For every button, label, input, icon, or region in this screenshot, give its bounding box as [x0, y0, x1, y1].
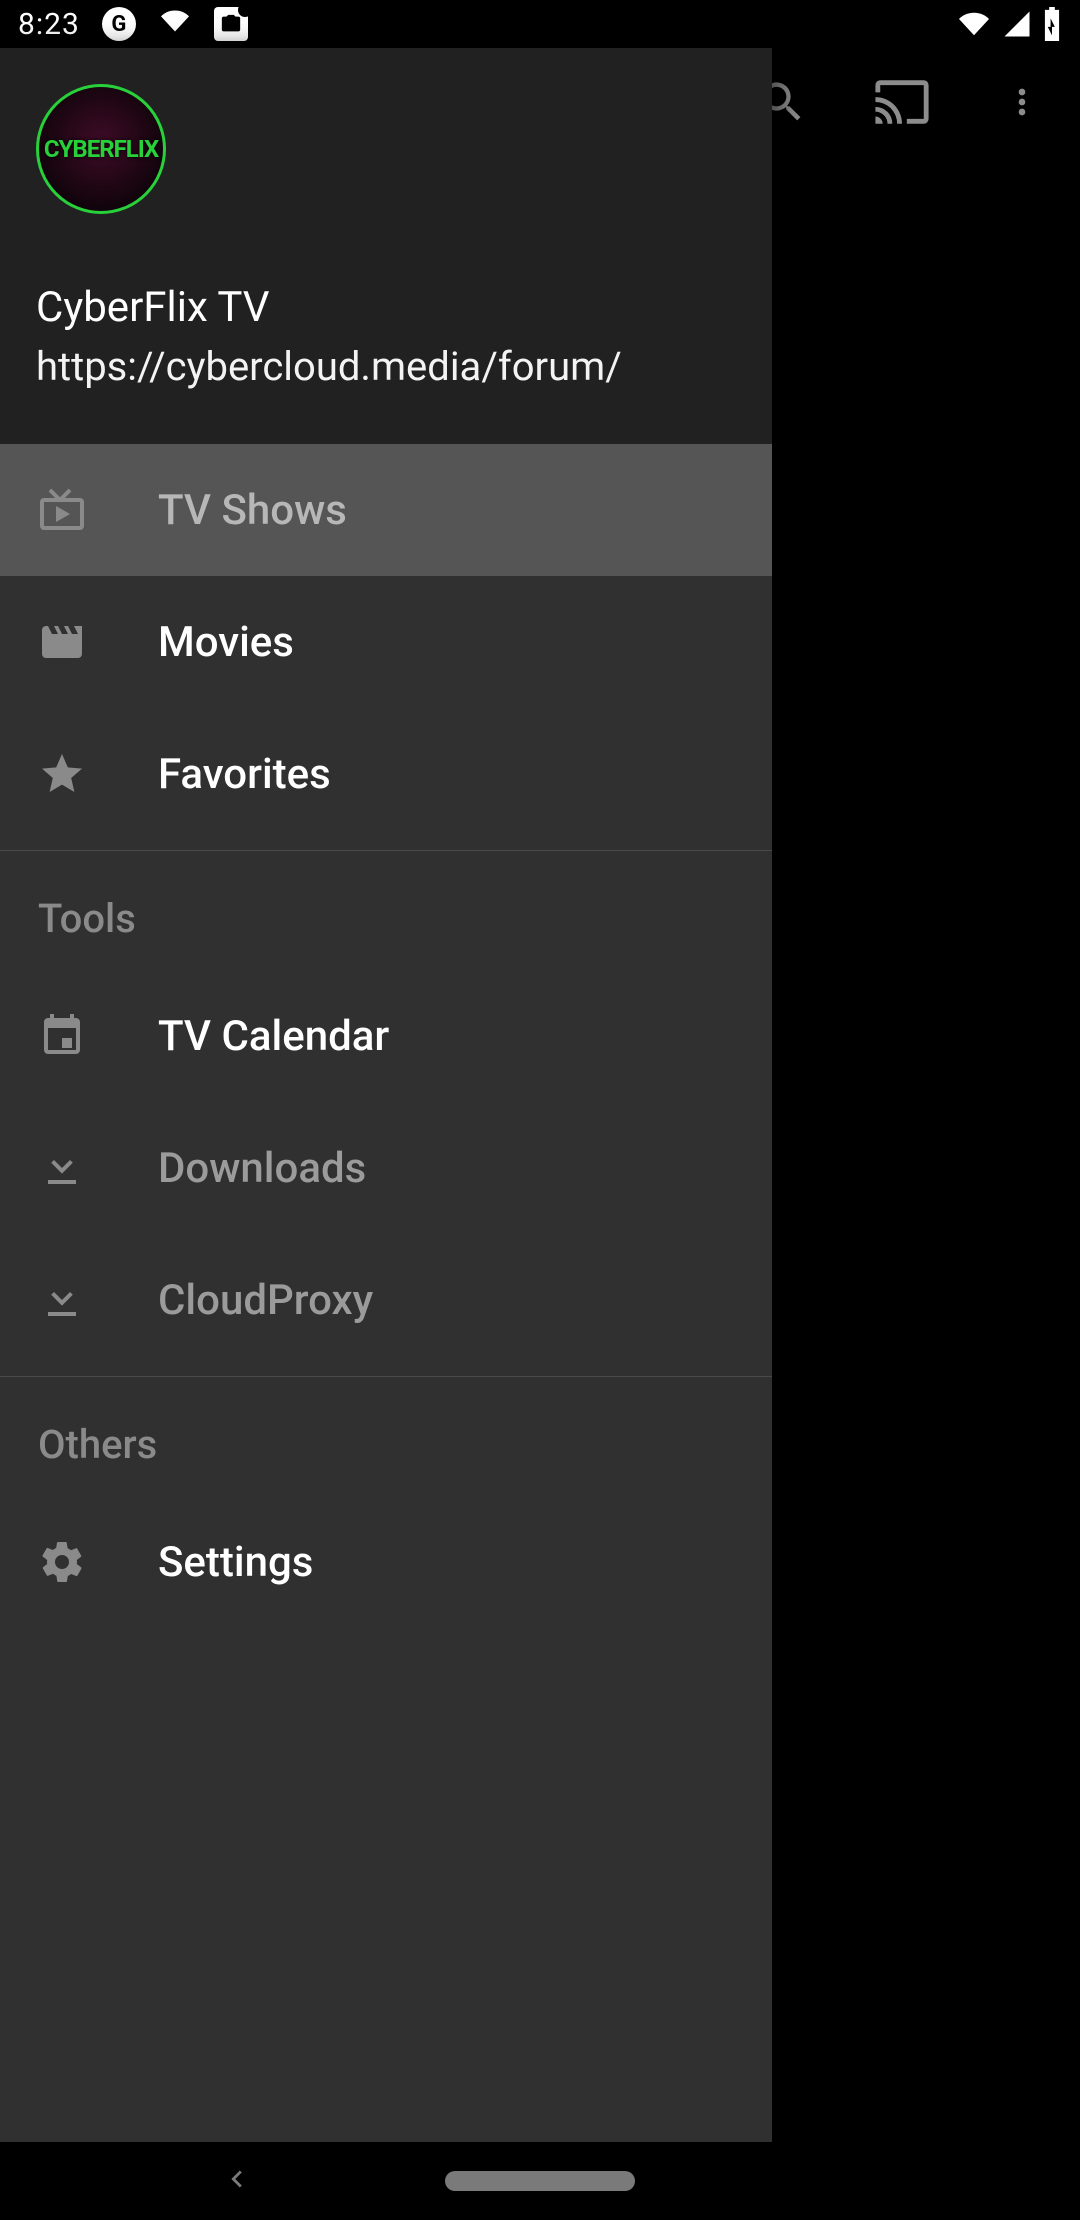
- live-tv-icon: [38, 486, 86, 534]
- google-g-icon: G: [102, 7, 136, 41]
- section-header-others: Others: [0, 1377, 772, 1496]
- nav-drawer: CYBERFLIX CyberFlix TV https://cyberclou…: [0, 48, 772, 2142]
- app-surface: CYBERFLIX CyberFlix TV https://cyberclou…: [0, 48, 1080, 2142]
- movie-icon: [38, 618, 86, 666]
- star-icon: [38, 750, 86, 798]
- nav-label: CloudProxy: [158, 1276, 373, 1325]
- system-nav-bar: [0, 2142, 1080, 2220]
- wifi-small-icon: [158, 7, 192, 42]
- gear-icon: [38, 1538, 86, 1586]
- calendar-icon: [38, 1012, 86, 1060]
- drawer-list: TV Shows Movies Favorites Tools: [0, 444, 772, 2142]
- screenshot-pending-icon: [214, 7, 248, 41]
- battery-icon: [1042, 7, 1062, 41]
- download-icon: [38, 1276, 86, 1324]
- nav-item-cloudproxy[interactable]: CloudProxy: [0, 1234, 772, 1366]
- status-right-group: [956, 7, 1062, 41]
- nav-item-movies[interactable]: Movies: [0, 576, 772, 708]
- nav-item-tv-shows[interactable]: TV Shows: [0, 444, 772, 576]
- nav-item-settings[interactable]: Settings: [0, 1496, 772, 1628]
- wifi-icon: [956, 9, 992, 39]
- drawer-app-name: CyberFlix TV: [36, 283, 270, 332]
- nav-label: Settings: [158, 1538, 313, 1587]
- nav-label: TV Shows: [158, 486, 347, 535]
- status-left-group: 8:23 G: [18, 7, 248, 42]
- status-bar: 8:23 G: [0, 0, 1080, 48]
- back-button[interactable]: [220, 2162, 254, 2200]
- section-header-tools: Tools: [0, 851, 772, 970]
- avatar-text: CYBERFLIX: [44, 135, 158, 163]
- chevron-left-icon: [220, 2162, 254, 2196]
- nav-item-favorites[interactable]: Favorites: [0, 708, 772, 840]
- status-clock: 8:23: [18, 7, 80, 42]
- nav-item-tv-calendar[interactable]: TV Calendar: [0, 970, 772, 1102]
- nav-label: TV Calendar: [158, 1012, 389, 1061]
- nav-label: Favorites: [158, 750, 331, 799]
- avatar: CYBERFLIX: [36, 84, 166, 214]
- drawer-header: CYBERFLIX CyberFlix TV https://cyberclou…: [0, 48, 772, 444]
- nav-label: Downloads: [158, 1144, 366, 1193]
- cell-signal-icon: [1002, 9, 1032, 39]
- download-icon: [38, 1144, 86, 1192]
- nav-item-downloads[interactable]: Downloads: [0, 1102, 772, 1234]
- home-gesture-pill[interactable]: [445, 2171, 635, 2191]
- drawer-app-url: https://cybercloud.media/forum/: [36, 343, 622, 390]
- nav-label: Movies: [158, 618, 294, 667]
